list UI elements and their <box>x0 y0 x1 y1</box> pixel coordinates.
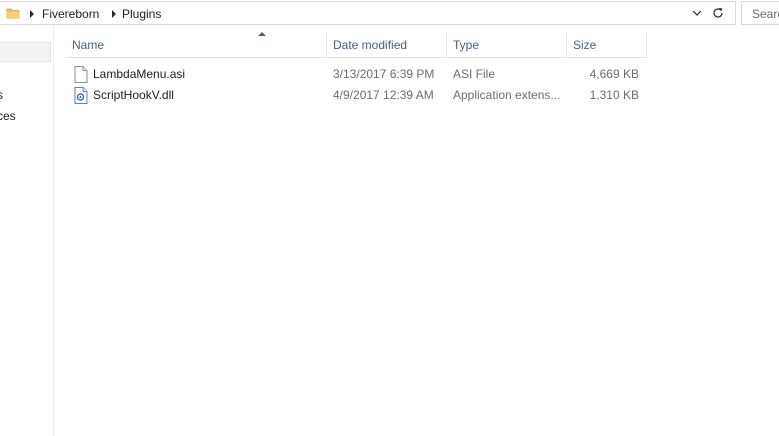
column-header-name[interactable]: Name <box>66 33 327 57</box>
file-date-modified: 3/13/2017 6:39 PM <box>333 67 435 81</box>
file-explorer-window: Fivereborn Plugins Search s ces Name <box>0 0 779 436</box>
file-name[interactable]: ScriptHookV.dll <box>93 88 174 102</box>
nav-item[interactable]: ces <box>0 109 16 123</box>
breadcrumb-separator-icon[interactable] <box>112 10 116 18</box>
file-date-modified: 4/9/2017 12:39 AM <box>333 88 434 102</box>
file-row[interactable]: ScriptHookV.dll 4/9/2017 12:39 AM Applic… <box>66 85 647 106</box>
breadcrumb-plugins[interactable]: Plugins <box>122 7 161 21</box>
nav-item[interactable]: s <box>0 88 3 102</box>
navigation-pane: s ces <box>0 26 54 436</box>
generic-file-icon <box>74 66 88 83</box>
file-name[interactable]: LambdaMenu.asi <box>93 67 185 81</box>
dll-file-icon <box>74 87 88 104</box>
column-header-row: Name Date modified Type Size <box>66 32 647 58</box>
file-type: ASI File <box>453 67 496 81</box>
nav-selected-item[interactable] <box>0 42 51 62</box>
file-type: Application extens... <box>453 88 561 102</box>
search-input[interactable]: Search <box>741 1 779 25</box>
file-size: 4,669 KB <box>589 67 639 81</box>
refresh-button[interactable] <box>710 5 726 21</box>
refresh-icon <box>713 8 723 18</box>
address-bar[interactable]: Fivereborn Plugins <box>0 1 736 25</box>
search-placeholder: Search <box>752 7 779 21</box>
column-header-type[interactable]: Type <box>447 33 567 57</box>
address-history-dropdown-button[interactable] <box>690 5 704 21</box>
folder-icon <box>6 6 20 20</box>
breadcrumb-separator-icon[interactable] <box>30 10 34 18</box>
column-header-date-modified[interactable]: Date modified <box>327 33 447 57</box>
chevron-down-icon <box>692 10 702 16</box>
file-row[interactable]: LambdaMenu.asi 3/13/2017 6:39 PM ASI Fil… <box>66 64 647 85</box>
column-header-size[interactable]: Size <box>567 33 647 57</box>
file-size: 1,310 KB <box>589 88 639 102</box>
breadcrumb-fivereborn[interactable]: Fivereborn <box>42 7 99 21</box>
